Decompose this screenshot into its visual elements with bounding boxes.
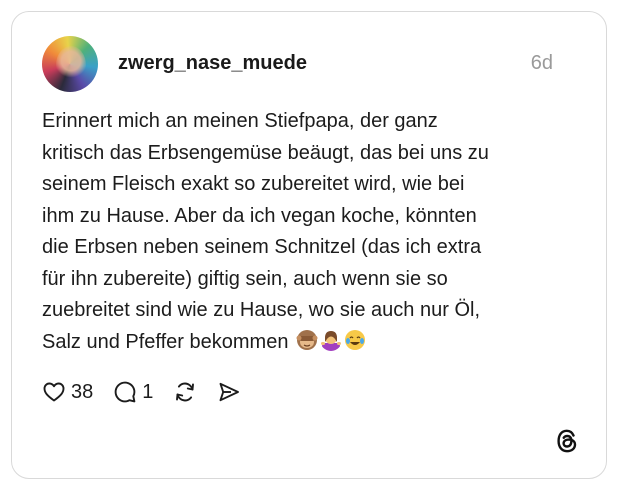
post-text-line: Salz und Pfeffer bekommen [42, 330, 289, 353]
username[interactable]: zwerg_nase_muede [118, 52, 307, 75]
share-button[interactable] [217, 380, 241, 404]
woman-shrugging-emoji-icon [321, 330, 341, 351]
post-text-line: für ihn zubereite) giftig sein, auch wen… [42, 267, 448, 290]
post-text: Erinnert mich an meinen Stiefpapa, der g… [42, 106, 587, 358]
post-text-line: Erinnert mich an meinen Stiefpapa, der g… [42, 110, 438, 132]
repost-icon [176, 382, 195, 402]
post-text-line: seinem Fleisch exakt so zubereitet wird,… [42, 173, 465, 195]
reply-button[interactable]: 1 [113, 380, 153, 404]
post-card: zwerg_nase_muede 6d Erinnert mich an mei… [11, 11, 607, 479]
reply-count: 1 [142, 380, 154, 403]
post-text-line: die Erbsen neben seinem Schnitzel (das i… [42, 236, 482, 258]
threads-logo-icon[interactable] [554, 428, 580, 454]
post-time[interactable]: 6d [531, 52, 553, 75]
post-text-line: ihm zu Hause. Aber da ich vegan koche, k… [42, 204, 477, 227]
like-button[interactable]: 38 [42, 380, 93, 404]
post-text-line: kritisch das Erbsengemüse beäugt, das be… [42, 141, 489, 164]
avatar[interactable] [42, 36, 98, 92]
share-icon [219, 382, 240, 402]
face-with-tears-of-joy-emoji-icon [345, 329, 365, 350]
heart-icon [43, 382, 65, 402]
like-count: 38 [71, 380, 94, 403]
comment-icon [114, 381, 136, 403]
post-actions: 38 1 [42, 378, 261, 406]
post-text-line: zuebreitet sind wie zu Hause, wo sie auc… [42, 299, 480, 321]
repost-button[interactable] [173, 380, 197, 404]
post-text-last-line: Salz und Pfeffer bekommen [42, 327, 587, 359]
see-no-evil-monkey-emoji-icon [296, 329, 318, 350]
